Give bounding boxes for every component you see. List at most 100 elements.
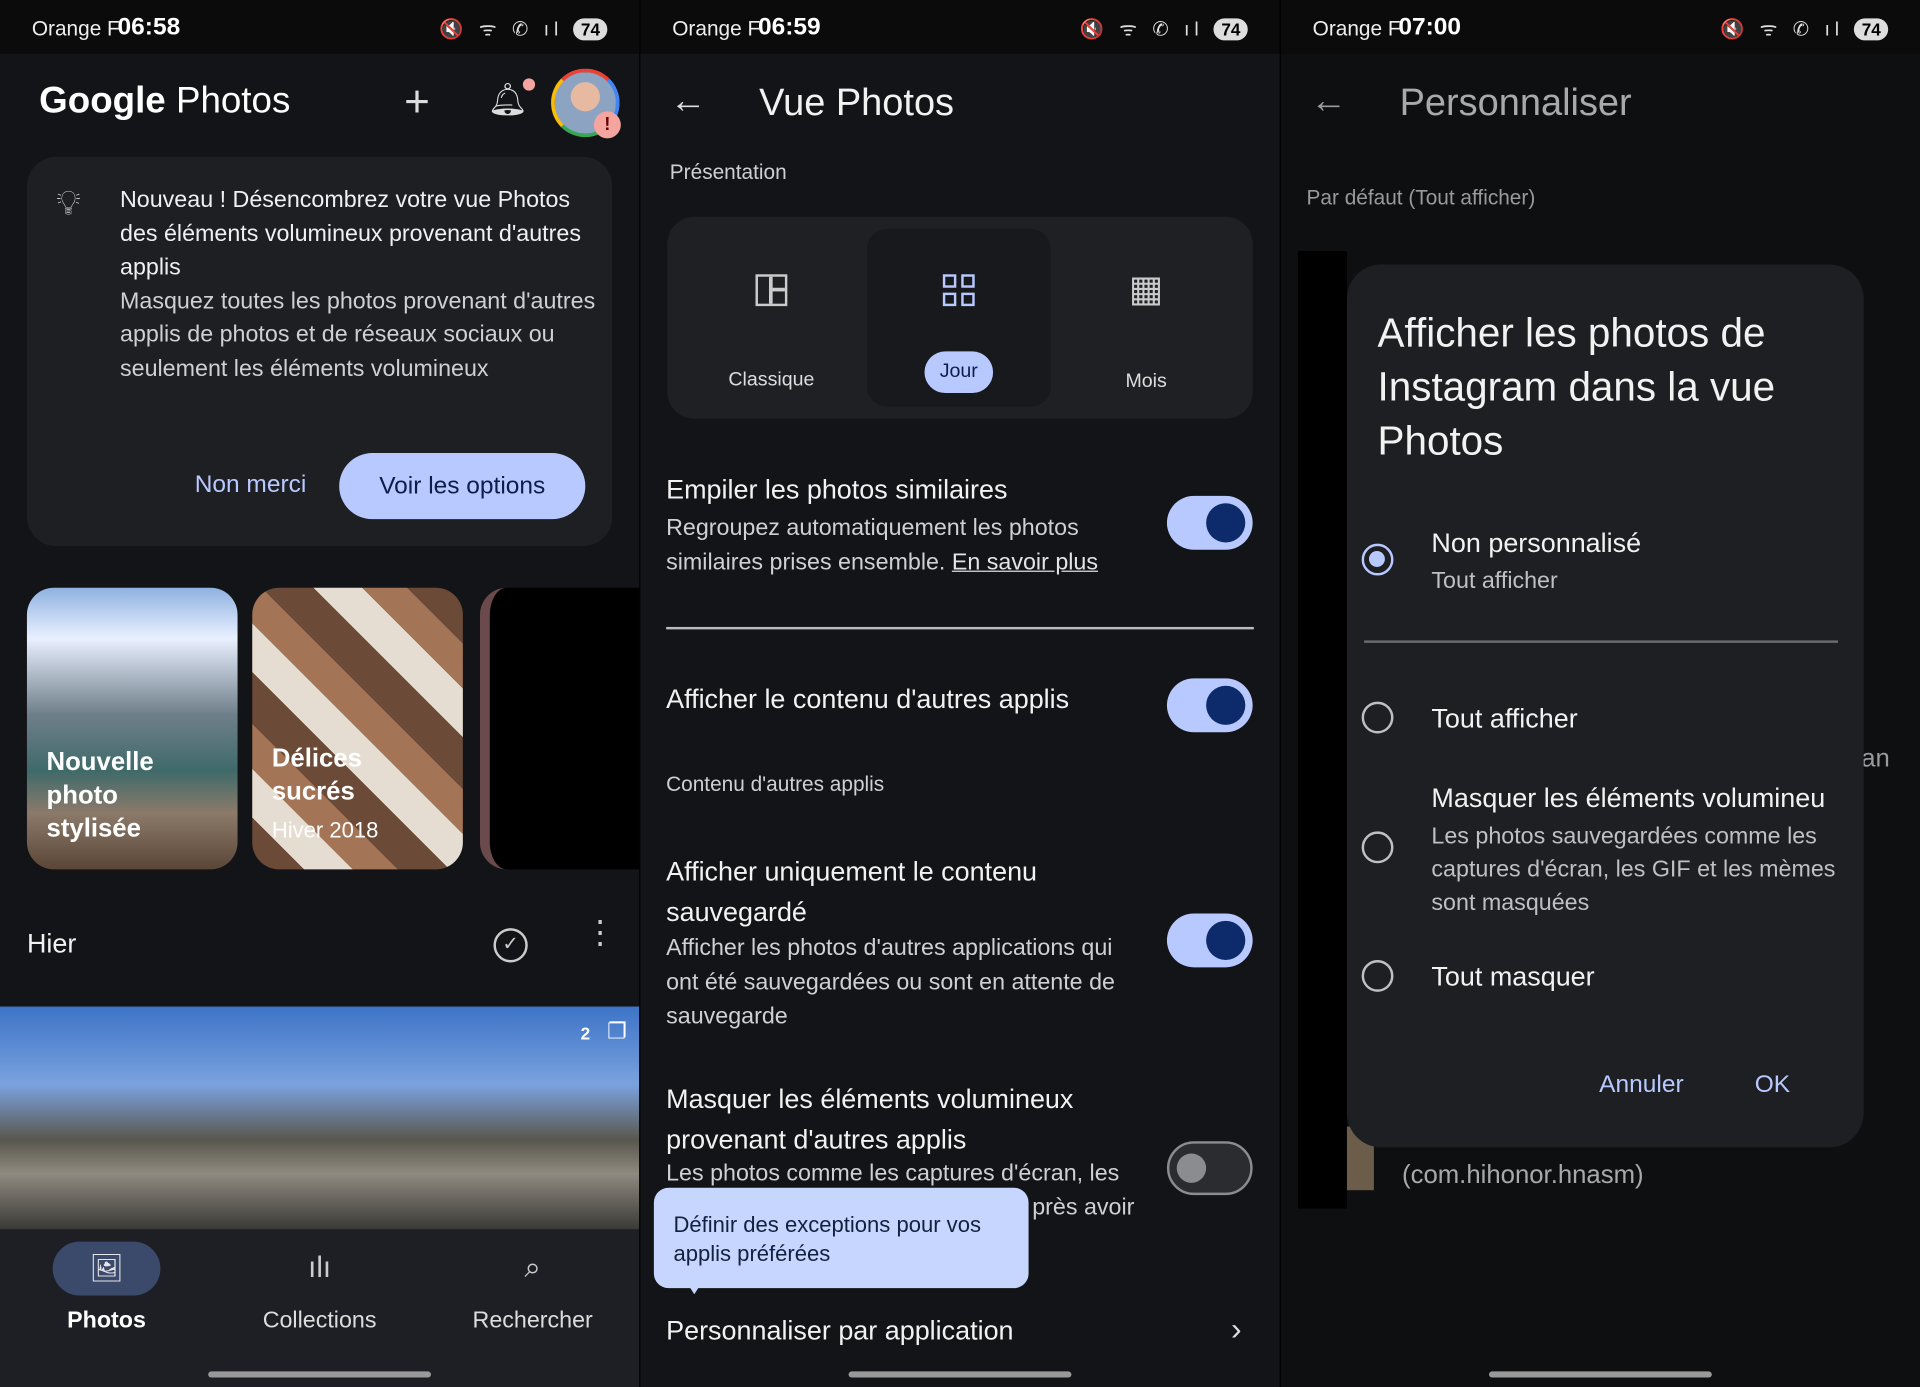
status-bar: Orange F 07:00 🔇 ᯤ ✆ ıl 74 [1280,0,1920,54]
default-label: Par défaut (Tout afficher) [1306,186,1536,210]
clock: 06:58 [117,13,181,41]
layout-label: Classique [728,369,815,391]
layout-classic[interactable]: Classique [680,229,864,407]
chevron-right-icon: › [1231,1310,1242,1347]
status-bar: Orange F 06:59 🔇 ᯤ ✆ ıl 74 [640,0,1280,54]
saved-only-toggle[interactable] [1166,913,1253,968]
app-logo: Google Photos [39,81,290,123]
nav-photos[interactable]: 🖼︎ Photos [27,1241,186,1352]
select-check-icon[interactable]: ✓ [493,928,528,963]
other-apps-toggle[interactable] [1166,678,1253,733]
setting-title: Afficher le contenu d'autres applis [666,683,1070,714]
layout-day[interactable]: Jour [866,228,1051,407]
search-icon: ⌕ [524,1251,541,1285]
memory-title: Nouvelle photo stylisée [46,748,154,843]
hidden-area [1297,251,1347,1209]
tooltip: Définir des exceptions pour vos applis p… [653,1187,1029,1295]
photos-view-settings: Orange F 06:59 🔇 ᯤ ✆ ıl 74 ← Vue Photos … [640,0,1280,1387]
google-photos-home: Orange F 06:58 🔇 ᯤ ✆ ıl 74 Google Photos… [0,0,640,1387]
logo-google: Google [39,80,166,122]
learn-more-link[interactable]: En savoir plus [952,550,1098,576]
app-package: (com.hihonor.hnasm) [1402,1160,1644,1189]
behind-text: an [1861,744,1890,773]
status-icons: 🔇 ᯤ ✆ ıl 74 [439,15,608,42]
layout-month[interactable]: ▦ Mois [1054,229,1238,407]
battery-icon: 74 [573,18,608,41]
setting-desc: Afficher les photos d'autres application… [666,935,1115,1030]
layout-label-selected: Jour [924,351,994,394]
collections-icon: ılı [308,1251,332,1285]
avatar[interactable]: ! [551,68,621,139]
photo-icon: 🖼︎ [52,1241,161,1296]
setting-desc: Les photos comme les captures d'écran, l… [666,1160,1120,1187]
status-icons: 🔇 ᯤ ✆ ıl 74 [1080,15,1248,42]
status-bar: Orange F 06:58 🔇 ᯤ ✆ ıl 74 [0,0,640,54]
layout-selector: Classique Jour ▦ Mois [667,216,1253,419]
hide-large-toggle[interactable] [1166,1141,1253,1196]
per-app-label: Personnaliser par application [666,1315,1014,1346]
nav-collections[interactable]: ılı Collections [240,1242,399,1352]
tooltip-text: Définir des exceptions pour vos applis p… [673,1212,981,1267]
divider [666,626,1254,630]
page-title: Vue Photos [759,80,955,124]
option-label: Masquer les éléments volumineu [1431,782,1826,814]
see-options-button[interactable]: Voir les options [339,453,586,520]
clock: 06:59 [757,13,821,41]
gesture-bar [1488,1371,1712,1378]
nav-label: Rechercher [472,1307,593,1334]
setting-desc: Regroupez automatiquement les photos sim… [666,515,1099,576]
bottom-nav: 🖼︎ Photos ılı Collections ⌕ Rechercher [0,1229,640,1387]
memory-subtitle: Hiver 2018 [271,817,379,843]
radio-tout-masquer[interactable] [1361,960,1394,992]
section-title: Hier [26,928,77,959]
cancel-button[interactable]: Annuler [1599,1071,1683,1099]
setting-title: Empiler les photos similaires [666,473,1008,505]
back-arrow-icon[interactable]: ← [1310,81,1347,123]
divider [1364,640,1838,643]
promo-title: Nouveau ! Désencombrez votre vue Photos … [120,187,581,281]
more-options-icon[interactable]: ⋮ [584,916,616,948]
radio-tout-afficher[interactable] [1361,701,1394,734]
customize-screen: Orange F 07:00 🔇 ᯤ ✆ ıl 74 ← Personnalis… [1280,0,1920,1387]
memory-title: Délices sucrés [271,744,362,806]
memory-card[interactable]: Nouvelle photo stylisée [26,587,238,870]
nav-label: Collections [262,1307,377,1334]
lightbulb-icon: 💡︎ [56,183,81,222]
carrier: Orange F [31,17,120,41]
setting-title: Afficher uniquement le contenu sauvegard… [666,855,1038,927]
setting-title: Masquer les éléments volumineux provenan… [666,1083,1074,1155]
stack-icon: ❐ [607,1018,627,1044]
nav-label: Photos [67,1307,146,1334]
option-desc: Tout afficher [1431,568,1558,594]
dialog-title: Afficher les photos de Instagram dans la… [1377,309,1776,463]
promo-body: Masquez toutes les photos provenant d'au… [120,288,596,382]
radio-masquer-volumineux[interactable] [1361,831,1394,864]
add-icon[interactable]: + [404,76,430,127]
memory-card[interactable]: Délices sucrés Hiver 2018 [252,587,463,870]
clock: 07:00 [1398,13,1462,41]
setting-desc: près avoir [1032,1195,1135,1221]
memory-card-hidden[interactable] [480,587,640,870]
dismiss-button[interactable]: Non merci [195,471,307,499]
option-label: Non personnalisé [1431,527,1642,559]
layout-label: Mois [1125,371,1167,392]
logo-photos: Photos [175,80,291,122]
photo-thumbnail[interactable]: 2 ❐ [0,1006,640,1230]
nav-search[interactable]: ⌕ Rechercher [453,1242,612,1352]
stack-similar-toggle[interactable] [1166,495,1253,550]
per-app-row[interactable]: Personnaliser par application › [666,1308,1254,1357]
month-grid-icon: ▦ [1128,269,1164,310]
section-label: Contenu d'autres applis [666,772,885,796]
back-arrow-icon[interactable]: ← [670,81,707,123]
stack-count: 2 [580,1023,591,1044]
promo-card: 💡︎ Nouveau ! Désencombrez votre vue Phot… [26,156,613,547]
notification-bell-icon[interactable]: 🔔︎ [487,78,536,119]
carrier: Orange F [1312,17,1401,41]
gesture-bar [208,1371,432,1378]
radio-non-personnalise[interactable] [1361,543,1394,576]
ok-button[interactable]: OK [1755,1071,1790,1099]
option-label: Tout masquer [1431,961,1595,992]
battery-icon: 74 [1854,18,1889,41]
day-grid-icon [942,274,975,307]
option-desc: Les photos sauvegardées comme les captur… [1431,824,1836,916]
